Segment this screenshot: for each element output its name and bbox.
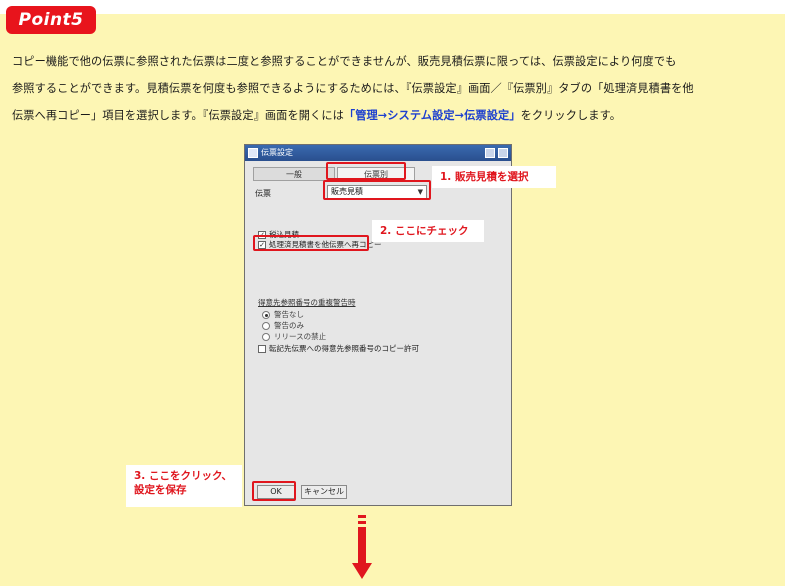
checkbox-allow-copy-reference[interactable]: 転記先伝票への得意先参照番号のコピー許可 xyxy=(258,344,419,354)
slip-label: 伝票 xyxy=(255,189,271,198)
callout-step-1: 1. 販売見積を選択 xyxy=(432,166,556,188)
callout-step-2: 2. ここにチェック xyxy=(372,220,484,242)
close-icon[interactable] xyxy=(498,148,508,158)
minimize-icon[interactable] xyxy=(485,148,495,158)
highlight-ok-button xyxy=(252,481,296,501)
callout-step-3-line-1: 3. ここをクリック、 xyxy=(134,470,233,482)
intro-line-2: 参照することができます。見積伝票を何度も参照できるようにするためには、『伝票設定… xyxy=(12,82,694,95)
radio-warning-only[interactable]: 警告のみ xyxy=(262,321,304,331)
radio-icon xyxy=(262,322,270,330)
cancel-button[interactable]: キャンセル xyxy=(301,485,347,499)
callout-step-3: 3. ここをクリック、 設定を保存 xyxy=(126,465,242,507)
point-badge: Point5 xyxy=(6,6,96,34)
dialog-title: 伝票設定 xyxy=(261,148,293,157)
checkbox-icon xyxy=(258,345,266,353)
intro-line-3b: をクリックします。 xyxy=(520,109,622,122)
duplicate-warning-section-label: 得意先参照番号の重複警告時 xyxy=(258,298,356,307)
radio-icon xyxy=(262,333,270,341)
highlight-slip-select xyxy=(323,180,431,200)
radio-no-warning[interactable]: 警告なし xyxy=(262,310,304,320)
radio-prohibit-release-label: リリースの禁止 xyxy=(274,332,327,341)
radio-no-warning-label: 警告なし xyxy=(274,310,304,319)
highlight-tab-by-slip xyxy=(326,162,406,180)
radio-prohibit-release[interactable]: リリースの禁止 xyxy=(262,332,326,342)
radio-warning-only-label: 警告のみ xyxy=(274,321,304,330)
intro-line-1: コピー機能で他の伝票に参照された伝票は二度と参照することができませんが、販売見積… xyxy=(12,55,677,68)
tab-general[interactable]: 一般 xyxy=(253,167,335,181)
dialog-titlebar: 伝票設定 xyxy=(245,145,511,161)
down-arrow-stem xyxy=(358,515,366,565)
intro-paragraph: コピー機能で他の伝票に参照された伝票は二度と参照することができませんが、販売見積… xyxy=(12,48,777,129)
radio-selected-icon xyxy=(262,311,270,319)
app-icon xyxy=(248,148,258,158)
menu-path-link: 「管理→システム設定→伝票設定」 xyxy=(343,109,521,122)
callout-step-3-line-2: 設定を保存 xyxy=(134,484,187,496)
intro-line-3a: 伝票へ再コピー」項目を選択します。『伝票設定』画面を開くには xyxy=(12,109,344,122)
highlight-recopy-checkbox xyxy=(253,235,369,251)
intro-line-3: 伝票へ再コピー」項目を選択します。『伝票設定』画面を開くには「管理→システム設定… xyxy=(12,102,777,129)
checkbox-allow-copy-reference-label: 転記先伝票への得意先参照番号のコピー許可 xyxy=(269,344,419,353)
down-arrow-icon xyxy=(352,563,372,579)
